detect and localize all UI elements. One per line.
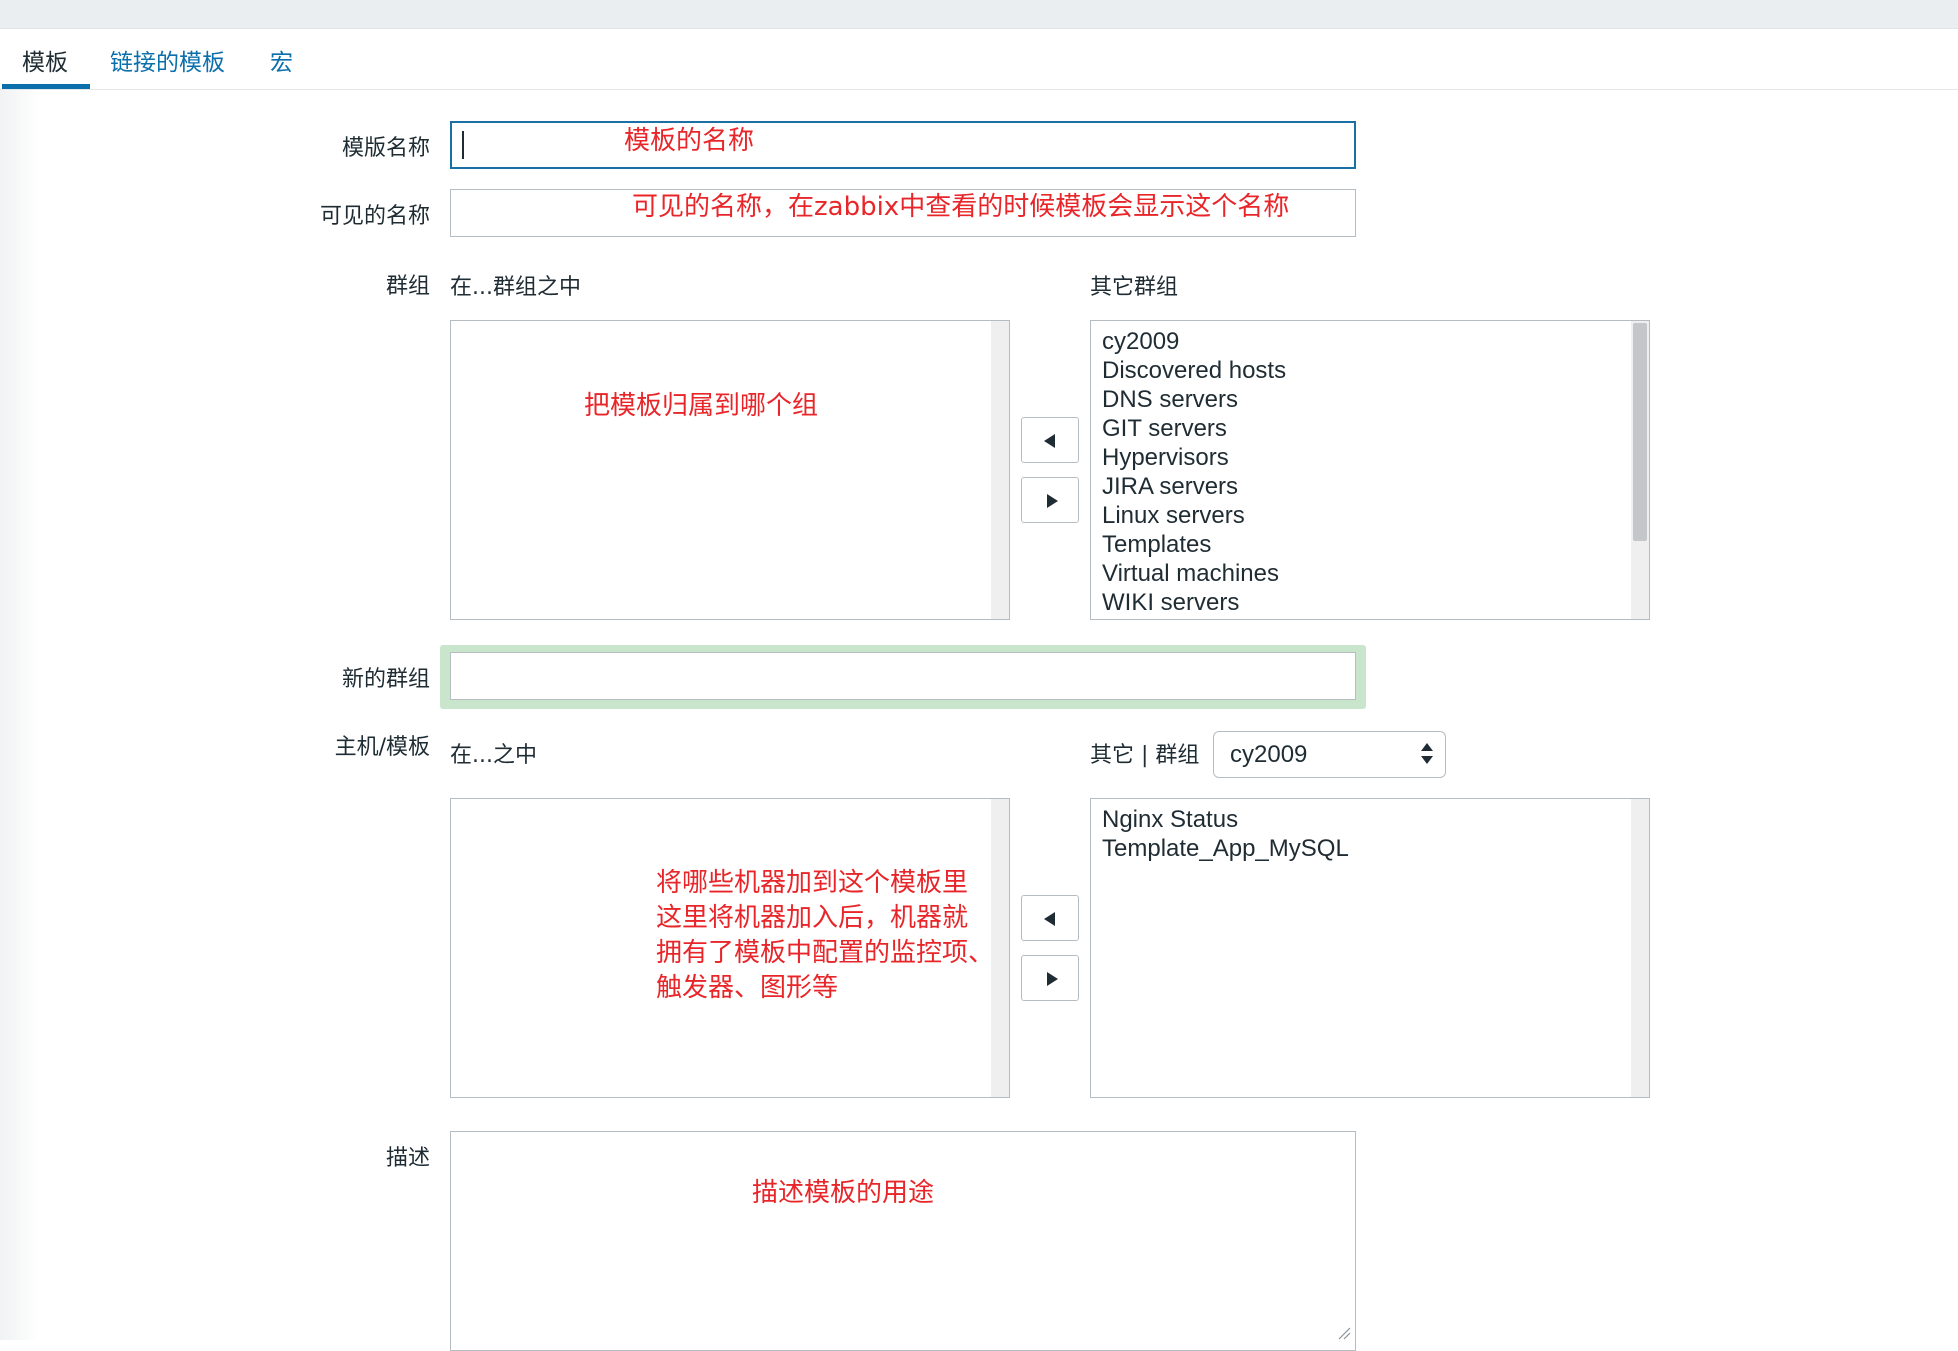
- visible-name-annotation: 可见的名称，在zabbix中查看的时候模板会显示这个名称: [632, 192, 1290, 222]
- hosts-label: 主机/模板: [334, 735, 430, 760]
- description-label: 描述: [385, 1146, 430, 1171]
- resize-grip-icon[interactable]: [1337, 1326, 1351, 1340]
- annotation-line: 将哪些机器加到这个模板里: [656, 868, 969, 898]
- list-item[interactable]: Discovered hosts: [1102, 356, 1286, 385]
- tab-macros[interactable]: 宏: [270, 43, 293, 77]
- arrow-left-icon: [1044, 912, 1055, 926]
- list-item[interactable]: GIT servers: [1102, 414, 1286, 443]
- annotation-line: 拥有了模板中配置的监控项、: [656, 938, 995, 968]
- tab-template[interactable]: 模板: [22, 43, 68, 77]
- template-name-input[interactable]: [450, 121, 1356, 169]
- new-group-input[interactable]: [450, 652, 1356, 700]
- groups-annotation: 把模板归属到哪个组: [584, 391, 819, 421]
- hosts-other-listbox[interactable]: Nginx Status Template_App_MySQL: [1090, 798, 1650, 1098]
- add-host-button[interactable]: [1021, 895, 1079, 941]
- list-item[interactable]: cy2009: [1102, 327, 1286, 356]
- description-textarea[interactable]: [450, 1131, 1356, 1351]
- tab-bar: 模板 链接的模板 宏: [0, 29, 1958, 90]
- hosts-in-label: 在...之中: [450, 743, 537, 768]
- list-item[interactable]: Hypervisors: [1102, 443, 1286, 472]
- template-name-annotation: 模板的名称: [624, 126, 755, 156]
- text-cursor: [462, 131, 464, 159]
- groups-label: 群组: [385, 274, 430, 299]
- arrow-left-icon: [1044, 434, 1055, 448]
- list-item[interactable]: WIKI servers: [1102, 588, 1286, 617]
- scrollbar[interactable]: [1631, 799, 1649, 1097]
- list-item[interactable]: Nginx Status: [1102, 805, 1349, 834]
- new-group-label: 新的群组: [341, 667, 430, 692]
- select-arrows-icon: [1421, 741, 1433, 769]
- arrow-right-icon: [1047, 494, 1058, 508]
- list-item[interactable]: DNS servers: [1102, 385, 1286, 414]
- groups-in-listbox[interactable]: [450, 320, 1010, 620]
- groups-other-label: 其它群组: [1090, 275, 1179, 300]
- annotation-line: 这里将机器加入后，机器就: [656, 903, 969, 933]
- tab-linked-templates[interactable]: 链接的模板: [110, 43, 225, 77]
- scrollbar-thumb[interactable]: [1633, 323, 1647, 541]
- list-item[interactable]: Template_App_MySQL: [1102, 834, 1349, 863]
- remove-host-button[interactable]: [1021, 955, 1079, 1001]
- scrollbar[interactable]: [1631, 321, 1649, 619]
- list-item[interactable]: JIRA servers: [1102, 472, 1286, 501]
- hosts-annotation: 将哪些机器加到这个模板里 这里将机器加入后，机器就 拥有了模板中配置的监控项、 …: [656, 866, 994, 1006]
- host-group-select[interactable]: cy2009: [1213, 731, 1446, 778]
- annotation-line: 触发器、图形等: [656, 973, 839, 1003]
- hosts-other-label: 其它 | 群组: [1090, 743, 1200, 768]
- top-bar: [0, 0, 1958, 29]
- list-item[interactable]: Linux servers: [1102, 501, 1286, 530]
- remove-group-button[interactable]: [1021, 477, 1079, 523]
- arrow-right-icon: [1047, 972, 1058, 986]
- list-item[interactable]: Virtual machines: [1102, 559, 1286, 588]
- host-group-select-value: cy2009: [1230, 741, 1308, 768]
- groups-in-label: 在...群组之中: [450, 275, 581, 300]
- add-group-button[interactable]: [1021, 417, 1079, 463]
- left-shadow: [0, 90, 40, 1340]
- groups-other-listbox[interactable]: cy2009 Discovered hosts DNS servers GIT …: [1090, 320, 1650, 620]
- template-name-label: 模版名称: [341, 136, 430, 161]
- active-tab-indicator: [2, 84, 90, 89]
- list-item[interactable]: Templates: [1102, 530, 1286, 559]
- visible-name-label: 可见的名称: [319, 204, 430, 229]
- scrollbar[interactable]: [991, 321, 1009, 619]
- description-annotation: 描述模板的用途: [752, 1178, 935, 1208]
